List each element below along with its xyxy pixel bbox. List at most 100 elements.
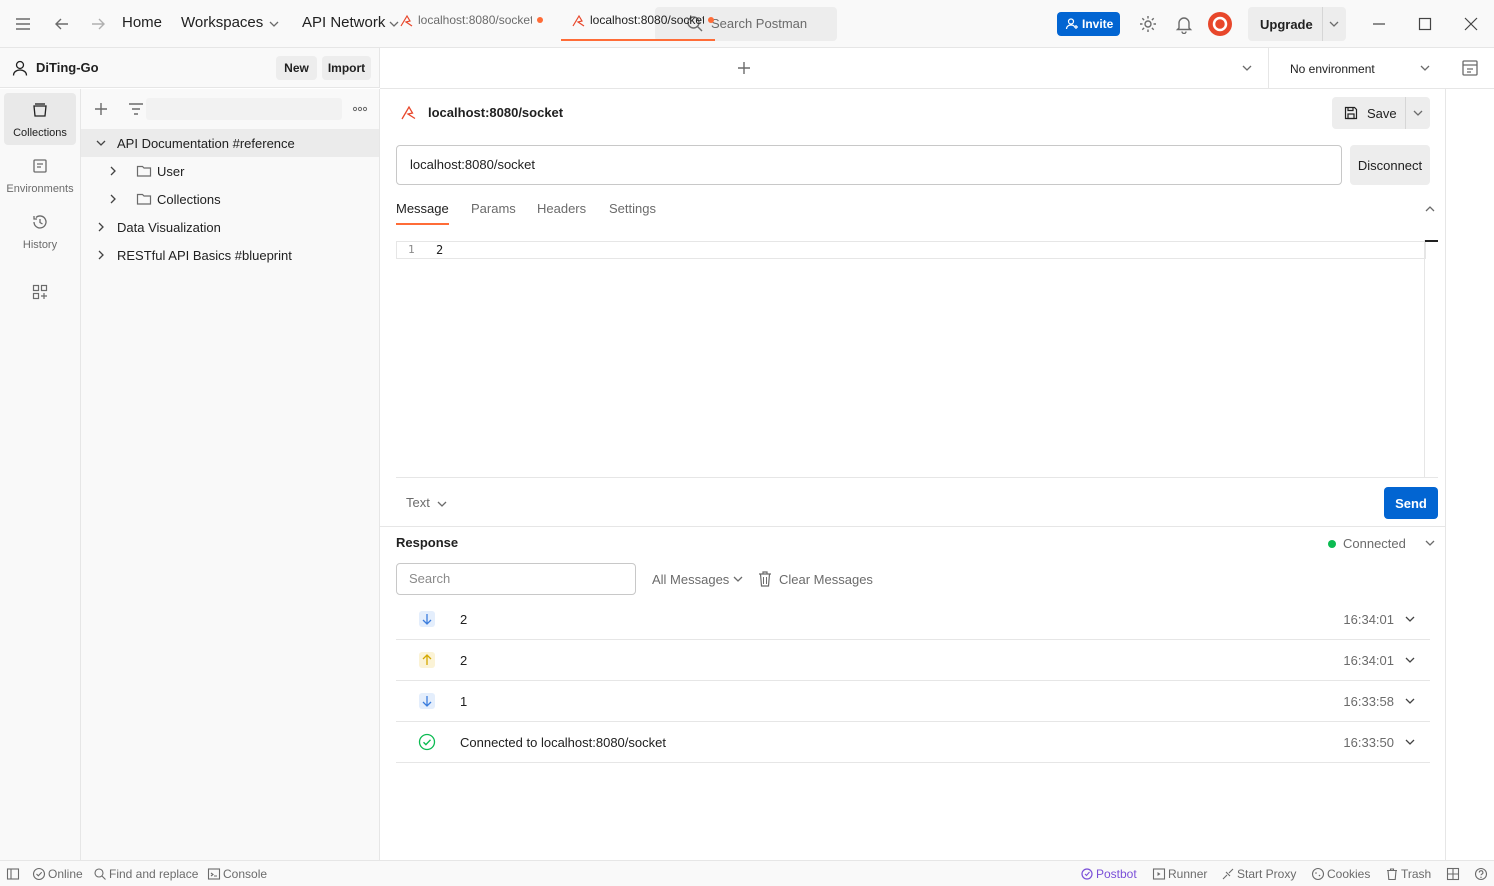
toggle-sidebar-icon[interactable]	[6, 867, 20, 881]
tab-message[interactable]: Message	[396, 201, 449, 225]
gear-icon[interactable]	[1138, 14, 1158, 34]
chevron-right-icon	[95, 221, 107, 233]
add-apps-icon[interactable]	[31, 283, 49, 301]
filter-label: All Messages	[652, 572, 730, 587]
message-filter-dropdown[interactable]: All Messages	[652, 572, 743, 587]
more-options-icon[interactable]	[352, 100, 368, 118]
disconnect-button[interactable]: Disconnect	[1350, 145, 1430, 185]
environment-quick-look-icon[interactable]	[1460, 58, 1480, 78]
home-link[interactable]: Home	[122, 14, 162, 31]
message-time: 16:34:01	[1343, 612, 1394, 627]
editor-scroll-indicator	[1425, 240, 1438, 242]
send-button[interactable]: Send	[1384, 487, 1438, 519]
new-button[interactable]: New	[276, 56, 317, 80]
request-title[interactable]: localhost:8080/socket	[428, 105, 563, 120]
response-search-input[interactable]: Search	[396, 563, 636, 595]
import-button[interactable]: Import	[322, 56, 371, 80]
message-time: 16:33:58	[1343, 694, 1394, 709]
filter-icon[interactable]	[127, 100, 145, 118]
tabs-dropdown-chevron-icon[interactable]	[1241, 62, 1253, 74]
chevron-down-icon	[436, 498, 448, 510]
message-row[interactable]: Connected to localhost:8080/socket 16:33…	[396, 722, 1430, 763]
sidebar-search-input[interactable]	[146, 98, 342, 120]
tree-item-user[interactable]: User	[81, 157, 379, 185]
online-status[interactable]: Online	[48, 867, 83, 881]
url-input[interactable]: localhost:8080/socket	[396, 145, 1342, 185]
api-network-menu[interactable]: API Network	[302, 14, 385, 31]
response-divider[interactable]	[380, 526, 1445, 527]
clear-messages-button[interactable]: Clear Messages	[758, 569, 878, 589]
trash-icon	[758, 570, 772, 588]
expand-chevron-icon[interactable]	[1404, 695, 1416, 707]
editor-scrollbar[interactable]	[1424, 240, 1425, 478]
message-format-dropdown[interactable]: Text	[406, 495, 447, 510]
save-button[interactable]: Save	[1332, 97, 1430, 129]
expand-chevron-icon[interactable]	[1404, 736, 1416, 748]
rail-item-environments[interactable]: Environments	[4, 149, 76, 201]
message-editor[interactable]: 1 2	[396, 240, 1438, 478]
minimize-icon[interactable]	[1370, 15, 1388, 33]
upgrade-button[interactable]: Upgrade	[1248, 7, 1346, 41]
console-button[interactable]: Console	[223, 867, 267, 881]
editor-content: 2	[436, 243, 444, 257]
back-arrow-icon[interactable]	[53, 15, 71, 33]
new-tab-plus-icon[interactable]	[735, 59, 753, 77]
chevron-down-icon[interactable]	[1328, 18, 1340, 30]
invite-button[interactable]: Invite	[1057, 12, 1120, 36]
trash-icon	[1385, 867, 1399, 881]
trash-button[interactable]: Trash	[1401, 867, 1431, 881]
help-icon[interactable]	[1474, 867, 1488, 881]
find-replace-button[interactable]: Find and replace	[109, 867, 198, 881]
cookies-button[interactable]: Cookies	[1327, 867, 1370, 881]
message-text: Connected to localhost:8080/socket	[460, 735, 666, 750]
postbot-button[interactable]: Postbot	[1096, 867, 1137, 881]
bell-icon[interactable]	[1175, 14, 1193, 34]
message-row[interactable]: 2 16:34:01	[396, 640, 1430, 681]
tab-settings[interactable]: Settings	[609, 201, 656, 225]
expand-chevron-icon[interactable]	[1404, 613, 1416, 625]
plus-icon[interactable]	[92, 100, 110, 118]
cookie-icon	[1311, 867, 1325, 881]
message-text: 2	[460, 612, 468, 627]
workspaces-menu[interactable]: Workspaces	[181, 14, 263, 31]
forward-arrow-icon[interactable]	[89, 15, 107, 33]
tab-params[interactable]: Params	[471, 201, 516, 225]
message-time: 16:34:01	[1343, 653, 1394, 668]
tab-request-2[interactable]: localhost:8080/socket	[561, 0, 715, 41]
rail-label: Environments	[6, 183, 74, 195]
workspace-header: DiTing-Go New Import	[0, 48, 380, 88]
maximize-icon[interactable]	[1416, 15, 1434, 33]
tree-item-label: Collections	[157, 192, 221, 207]
console-icon	[207, 867, 221, 881]
tree-item-restful-api-basics[interactable]: RESTful API Basics #blueprint	[81, 241, 379, 269]
environment-selector[interactable]: No environment	[1268, 48, 1448, 89]
message-row[interactable]: 2 16:34:01	[396, 599, 1430, 640]
rail-item-history[interactable]: History	[4, 205, 76, 257]
layout-icon[interactable]	[1446, 867, 1460, 881]
start-proxy-button[interactable]: Start Proxy	[1237, 867, 1296, 881]
search-placeholder: Search Postman	[711, 16, 808, 31]
close-icon[interactable]	[1462, 15, 1480, 33]
editor-active-line	[396, 241, 1426, 259]
tab-headers[interactable]: Headers	[537, 201, 586, 225]
unsaved-dot	[708, 17, 714, 23]
expand-chevron-icon[interactable]	[1404, 654, 1416, 666]
tree-item-collections[interactable]: Collections	[81, 185, 379, 213]
line-number: 1	[408, 243, 415, 256]
response-collapse-chevron-icon[interactable]	[1424, 537, 1436, 549]
save-label: Save	[1367, 106, 1397, 121]
avatar[interactable]	[1207, 11, 1233, 37]
rail-item-collections[interactable]: Collections	[4, 93, 76, 145]
received-arrow-down-icon	[419, 611, 435, 627]
message-text: 1	[460, 694, 468, 709]
websocket-icon	[571, 13, 587, 29]
collapse-chevron-up-icon[interactable]	[1424, 203, 1436, 215]
message-text: 2	[460, 653, 468, 668]
tree-item-data-visualization[interactable]: Data Visualization	[81, 213, 379, 241]
tree-item-api-documentation[interactable]: API Documentation #reference	[81, 129, 379, 157]
hamburger-menu-icon[interactable]	[14, 15, 32, 33]
chevron-down-icon[interactable]	[1412, 107, 1424, 119]
tab-request-1[interactable]: localhost:8080/socket	[388, 0, 552, 41]
message-row[interactable]: 1 16:33:58	[396, 681, 1430, 722]
runner-button[interactable]: Runner	[1168, 867, 1207, 881]
